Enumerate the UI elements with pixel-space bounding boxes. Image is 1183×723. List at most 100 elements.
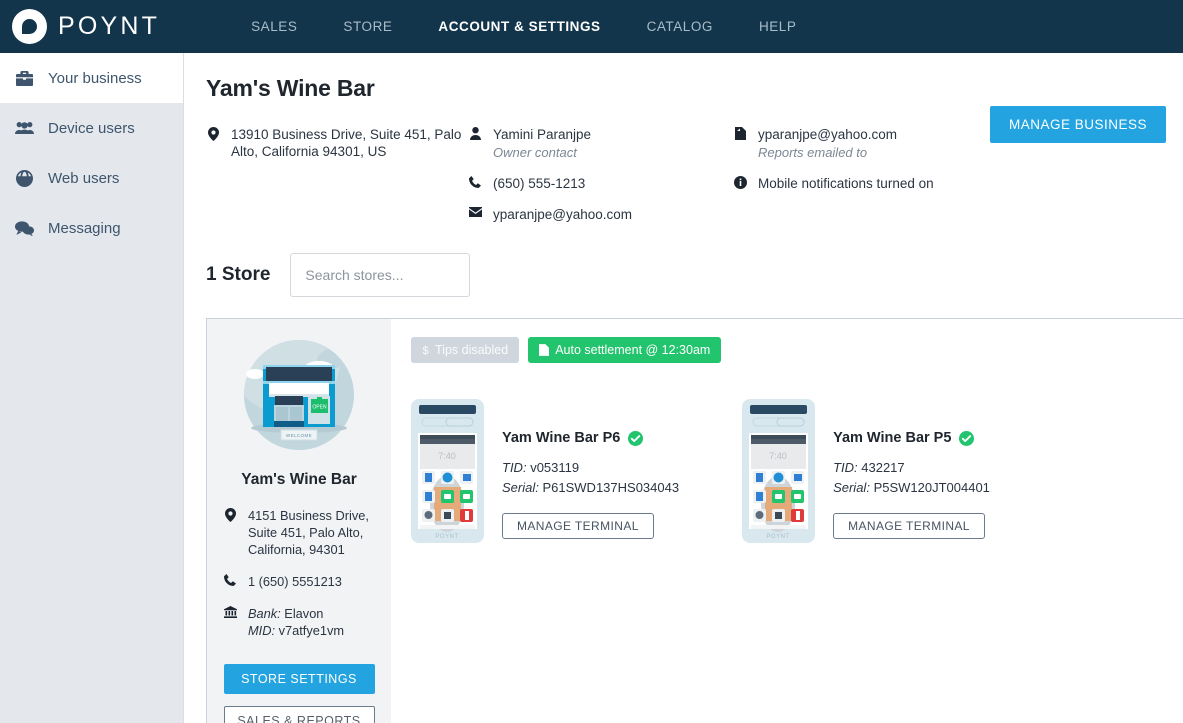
svg-text:POYNT: POYNT [766, 534, 789, 540]
terminal-list: 7:40 POYNT Yam Wine Bar P6 TID: v053119 … [411, 399, 1183, 543]
bank-label: Bank: [248, 606, 281, 621]
serial-label: Serial: [502, 480, 539, 495]
tid-label: TID: [502, 460, 527, 475]
sidebar-item-messaging[interactable]: Messaging [0, 203, 183, 253]
chat-icon [14, 220, 34, 236]
search-stores-input[interactable] [290, 253, 471, 297]
nav-item-account-settings[interactable]: ACCOUNT & SETTINGS [415, 19, 623, 34]
briefcase-icon [14, 70, 34, 86]
reports-email-text: yparanjpe@yahoo.com [758, 127, 898, 142]
location-pin-icon [206, 126, 220, 160]
serial-label: Serial: [833, 480, 870, 495]
store-terminals-panel: $ Tips disabled Auto settlement @ 12:30a… [391, 319, 1183, 723]
sidebar-label-your-business: Your business [48, 69, 142, 87]
sales-reports-button[interactable]: SALES & REPORTS [223, 706, 375, 723]
store-settings-button[interactable]: STORE SETTINGS [223, 664, 375, 694]
terminal-card: 7:40 [411, 399, 679, 543]
tid-label: TID: [833, 460, 858, 475]
store-detail-list: 4151 Business Drive, Suite 451, Palo Alt… [223, 507, 375, 639]
sidebar-item-your-business[interactable]: Your business [0, 53, 183, 103]
sidebar-item-device-users[interactable]: Device users [0, 103, 183, 153]
business-address-column: 13910 Business Drive, Suite 451, Palo Al… [206, 126, 468, 223]
business-address-row: 13910 Business Drive, Suite 451, Palo Al… [206, 126, 468, 160]
stores-header: 1 Store [184, 223, 1183, 297]
owner-caption: Owner contact [493, 145, 577, 160]
main-content: Yam's Wine Bar 13910 Business Drive, Sui… [184, 53, 1183, 723]
serial-value: P61SWD137HS034043 [542, 480, 680, 495]
globe-icon [14, 169, 34, 187]
terminal-meta: TID: v053119 Serial: P61SWD137HS034043 [502, 458, 679, 498]
terminal-details: Yam Wine Bar P5 TID: 432217 Serial: P5SW… [833, 399, 990, 543]
terminal-name: Yam Wine Bar P6 [502, 430, 621, 446]
nav-item-store[interactable]: STORE [320, 19, 415, 34]
business-info: 13910 Business Drive, Suite 451, Palo Al… [184, 102, 1183, 223]
reports-block: yparanjpe@yahoo.com Reports emailed to [758, 126, 897, 161]
owner-row: Yamini Paranjpe Owner contact [468, 126, 733, 161]
phone-icon [223, 573, 237, 590]
brand-name: POYNT [58, 12, 161, 40]
nav-item-sales[interactable]: SALES [228, 19, 320, 34]
users-icon [14, 121, 34, 135]
terminal-serial-row: Serial: P61SWD137HS034043 [502, 478, 679, 498]
business-reports-column: yparanjpe@yahoo.com Reports emailed to M… [733, 126, 983, 223]
terminal-tid-row: TID: v053119 [502, 458, 679, 478]
terminal-tid-row: TID: 432217 [833, 458, 990, 478]
store-bank-row: Bank: Elavon MID: v7atfye1vm [223, 605, 375, 639]
terminal-serial-row: Serial: P5SW120JT004401 [833, 478, 990, 498]
check-circle-icon [959, 430, 975, 446]
store-address-text: 4151 Business Drive, Suite 451, Palo Alt… [248, 508, 369, 557]
bank-value: Elavon [284, 606, 324, 621]
serial-value: P5SW120JT004401 [873, 480, 990, 495]
brand-logo[interactable]: POYNT [12, 9, 160, 44]
location-pin-icon [223, 507, 237, 558]
notifications-row: Mobile notifications turned on [733, 175, 983, 192]
dollar-icon: $ [422, 345, 428, 356]
phone-icon [468, 175, 482, 192]
page-body: Your business Device users Web users Mes… [0, 53, 1183, 723]
mid-value: v7atfye1vm [278, 623, 345, 638]
store-address-row: 4151 Business Drive, Suite 451, Palo Alt… [223, 507, 375, 558]
primary-nav-links: SALES STORE ACCOUNT & SETTINGS CATALOG H… [228, 19, 819, 34]
status-badge-tips-disabled: $ Tips disabled [411, 337, 520, 363]
svg-text:$: $ [422, 345, 428, 356]
terminal-name: Yam Wine Bar P5 [833, 430, 952, 446]
person-icon [468, 126, 482, 161]
business-email-text: yparanjpe@yahoo.com [493, 207, 633, 222]
sidebar-label-messaging: Messaging [48, 219, 121, 237]
owner-name: Yamini Paranjpe [493, 127, 592, 142]
nav-item-catalog[interactable]: CATALOG [624, 19, 736, 34]
payment-terminal-image: 7:40 POYNT [742, 399, 816, 543]
badge-label-tips: Tips disabled [435, 343, 509, 357]
manage-terminal-button[interactable]: MANAGE TERMINAL [833, 513, 985, 539]
store-phone-row: 1 (650) 5551213 [223, 573, 375, 590]
store-name: Yam's Wine Bar [241, 471, 357, 488]
tid-value: 432217 [861, 460, 905, 475]
svg-text:WELCOME: WELCOME [286, 433, 312, 438]
nav-item-help[interactable]: HELP [736, 19, 819, 34]
document-icon [733, 126, 747, 161]
sidebar-label-device-users: Device users [48, 119, 135, 137]
poynt-logo-icon [12, 9, 47, 44]
sidebar: Your business Device users Web users Mes… [0, 53, 184, 723]
business-email-row: yparanjpe@yahoo.com [468, 206, 733, 223]
sidebar-label-web-users: Web users [48, 169, 120, 187]
business-phone-row: (650) 555-1213 [468, 175, 733, 192]
store-bank-block: Bank: Elavon MID: v7atfye1vm [248, 605, 344, 639]
store-phone-text: 1 (650) 5551213 [248, 574, 342, 589]
page-title: Yam's Wine Bar [206, 75, 375, 101]
store-badges: $ Tips disabled Auto settlement @ 12:30a… [411, 337, 1183, 363]
terminal-title: Yam Wine Bar P6 [502, 430, 679, 446]
manage-business-button[interactable]: MANAGE BUSINESS [989, 106, 1166, 143]
terminal-title: Yam Wine Bar P5 [833, 430, 990, 446]
sidebar-item-web-users[interactable]: Web users [0, 153, 183, 203]
badge-label-settlement: Auto settlement @ 12:30am [555, 343, 711, 357]
svg-text:OPEN: OPEN [312, 405, 327, 411]
store-count-label: 1 Store [206, 264, 271, 285]
business-address-text: 13910 Business Drive, Suite 451, Palo Al… [231, 127, 462, 159]
envelope-icon [468, 206, 482, 223]
mid-label: MID: [248, 623, 276, 638]
terminal-card: 7:40 [742, 399, 990, 543]
svg-text:7:40: 7:40 [769, 451, 787, 461]
manage-terminal-button[interactable]: MANAGE TERMINAL [502, 513, 654, 539]
store-summary-panel: OPEN WELCOME Yam's Wine Bar 4151 Busines… [207, 319, 391, 723]
